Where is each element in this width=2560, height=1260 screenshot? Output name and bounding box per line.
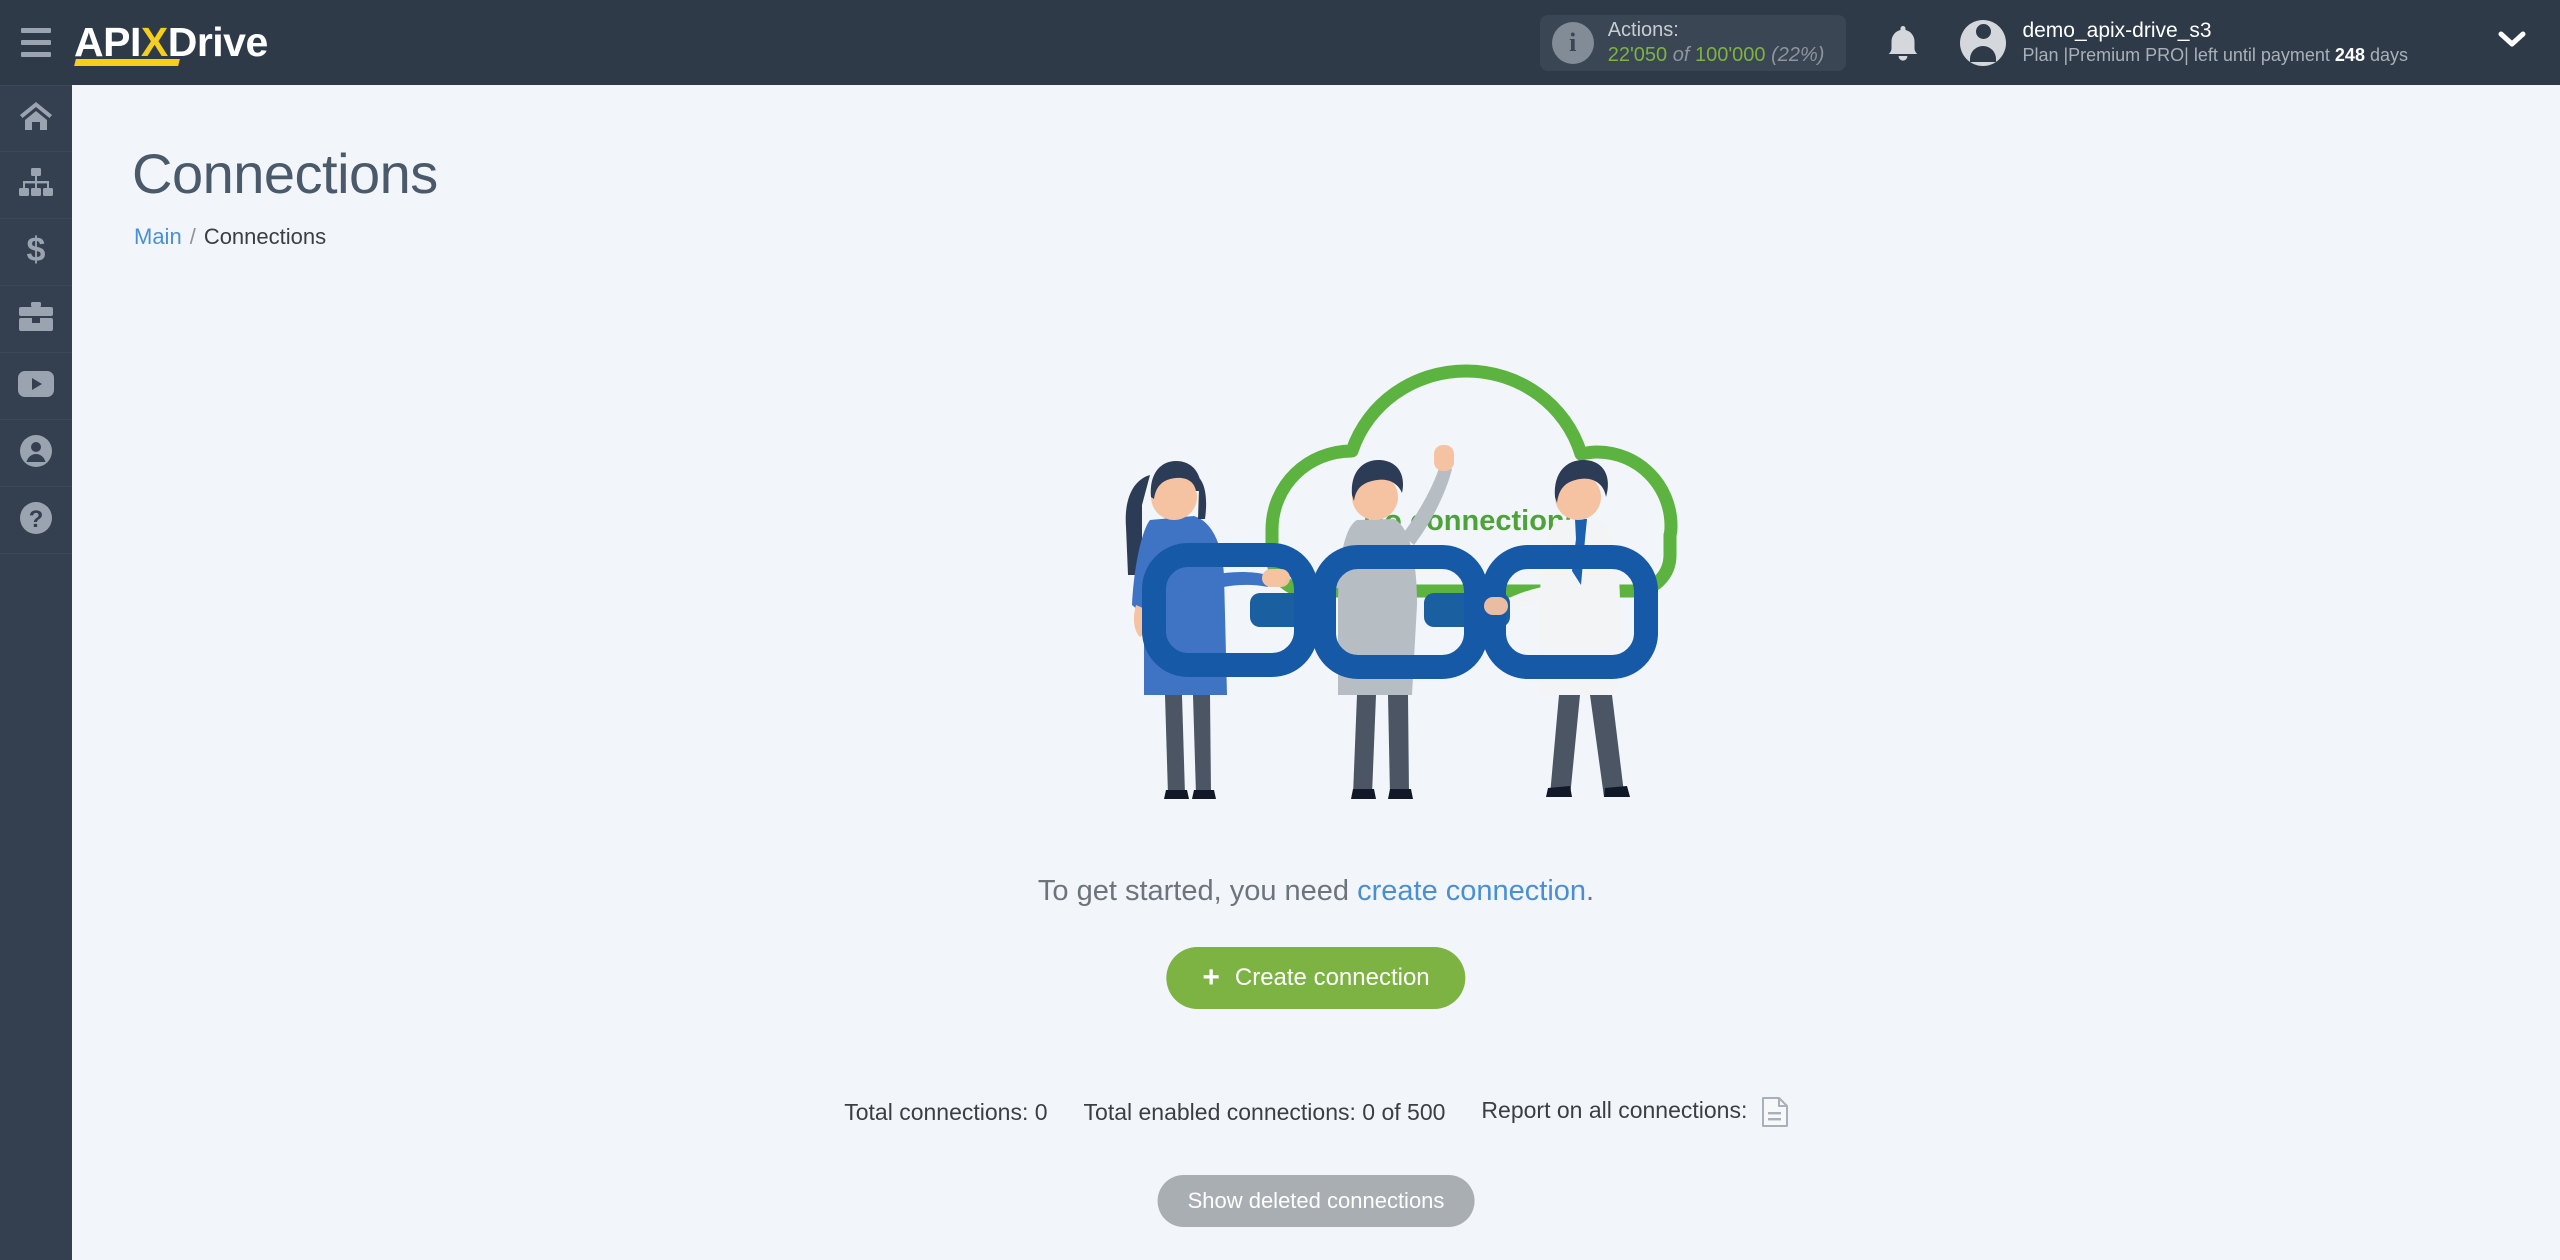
sidebar-item-video[interactable] — [0, 353, 72, 420]
logo-text-drive: Drive — [167, 19, 269, 65]
left-sidebar: $ ? — [0, 85, 72, 1260]
question-icon: ? — [20, 501, 52, 539]
sidebar-item-home[interactable] — [0, 85, 72, 152]
hamburger-bar — [21, 28, 51, 33]
breadcrumb: Main / Connections — [134, 224, 2560, 250]
sidebar-item-profile[interactable] — [0, 420, 72, 487]
user-avatar-icon — [1960, 19, 2007, 66]
user-plan-prefix: Plan |Premium PRO| left until payment — [2022, 45, 2335, 66]
dollar-icon: $ — [24, 231, 48, 273]
bell-icon[interactable] — [1880, 20, 1926, 66]
sidebar-item-connections[interactable] — [0, 152, 72, 219]
document-icon[interactable] — [1761, 1097, 1788, 1127]
svg-text:$: $ — [27, 232, 46, 268]
hand-right — [1484, 597, 1508, 615]
stat-total-enabled-connections: Total enabled connections: 0 of 500 — [1083, 1098, 1446, 1125]
page-title: Connections — [132, 142, 438, 205]
briefcase-icon — [19, 301, 53, 337]
breadcrumb-main-link[interactable]: Main — [134, 224, 182, 249]
breadcrumb-separator: / — [189, 224, 196, 249]
logo-underline — [74, 59, 180, 66]
empty-text-after: . — [1586, 875, 1595, 907]
apix-drive-logo[interactable]: APIXDrive — [74, 0, 268, 85]
hamburger-menu-icon[interactable] — [0, 0, 72, 85]
user-account-block[interactable]: demo_apix-drive_s3 Plan |Premium PRO| le… — [1960, 17, 2408, 68]
connections-stats-row: Total connections: 0 Total enabled conne… — [72, 1097, 2560, 1127]
actions-total: 100'000 — [1694, 43, 1766, 66]
svg-text:?: ? — [29, 506, 44, 533]
stat-total-connections: Total connections: 0 — [844, 1098, 1048, 1125]
show-deleted-connections-button[interactable]: Show deleted connections — [1157, 1175, 1475, 1227]
stat-report-label-wrap: Report on all connections: — [1481, 1097, 1788, 1127]
hamburger-bar — [21, 40, 51, 45]
stat-report-label: Report on all connections: — [1481, 1097, 1748, 1124]
sidebar-item-services[interactable] — [0, 286, 72, 353]
chevron-down-icon[interactable] — [2498, 30, 2526, 55]
home-icon — [19, 100, 53, 137]
actions-counter: 22'050 of 100'000 (22%) — [1608, 43, 1825, 68]
user-icon — [20, 434, 52, 472]
info-icon: i — [1551, 21, 1594, 64]
sidebar-item-help[interactable]: ? — [0, 487, 72, 554]
empty-text-before: To get started, you need — [1037, 875, 1358, 907]
hamburger-bar — [21, 52, 51, 57]
youtube-icon — [18, 370, 54, 402]
user-plan-suffix: days — [2364, 45, 2408, 66]
breadcrumb-current: Connections — [203, 224, 327, 249]
sidebar-item-billing[interactable]: $ — [0, 219, 72, 286]
top-header: APIXDrive i Actions: 22'050 of 100'000 (… — [0, 0, 2560, 85]
user-plan-days: 248 — [2334, 45, 2365, 66]
actions-used: 22'050 — [1607, 43, 1668, 66]
actions-label: Actions: — [1607, 18, 1679, 41]
hand-left — [1268, 569, 1290, 587]
user-name: demo_apix-drive_s3 — [2022, 19, 2212, 43]
empty-state-message: To get started, you need create connecti… — [72, 875, 2560, 908]
create-connection-button[interactable]: + Create connection — [1166, 947, 1466, 1009]
actions-of: of — [1672, 43, 1690, 66]
create-connection-button-label: Create connection — [1234, 964, 1430, 991]
actions-quota-badge[interactable]: i Actions: 22'050 of 100'000 (22%) — [1539, 14, 1847, 71]
create-connection-link[interactable]: create connection — [1357, 875, 1586, 907]
main-content: Connections Main / Connections No connecti… — [72, 85, 2560, 1260]
user-plan-info: Plan |Premium PRO| left until payment 24… — [2022, 44, 2408, 67]
sitemap-icon — [19, 167, 53, 203]
actions-percent: (22%) — [1771, 43, 1825, 66]
